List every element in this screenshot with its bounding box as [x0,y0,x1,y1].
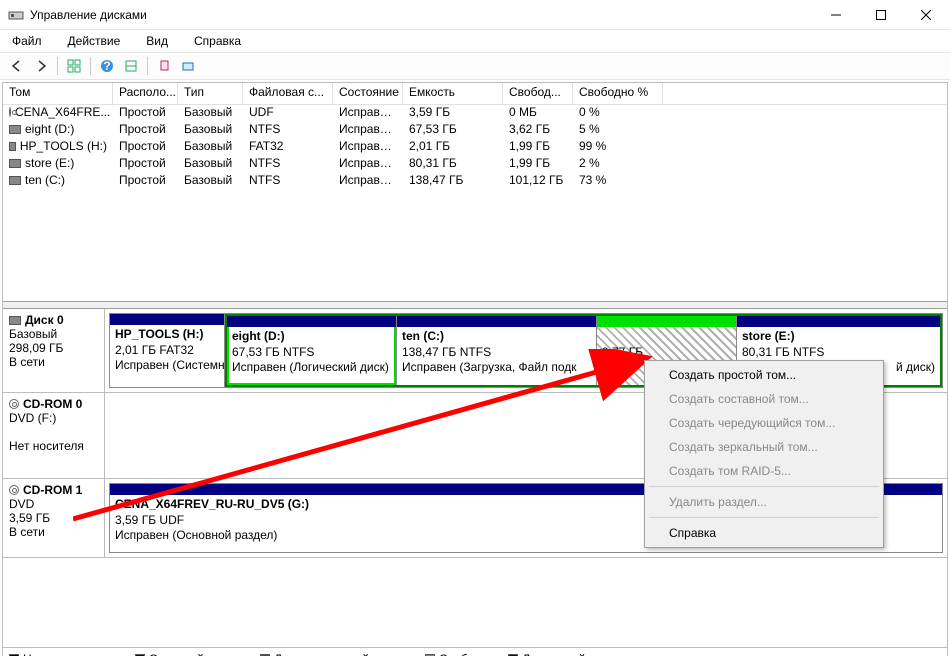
col-cap[interactable]: Емкость [403,83,503,104]
volume-row[interactable]: eight (D:)ПростойБазовыйNTFSИсправен...6… [3,122,947,139]
ctx-create-spanned-volume: Создать составной том... [647,387,881,411]
volume-list[interactable]: Том Располо... Тип Файловая с... Состоян… [3,83,947,301]
col-free[interactable]: Свобод... [503,83,573,104]
volume-icon [9,176,21,185]
ctx-create-striped-volume: Создать чередующийся том... [647,411,881,435]
splitter[interactable] [3,301,947,309]
volume-icon [9,142,16,151]
content-area: Том Располо... Тип Файловая с... Состоян… [2,82,948,656]
volume-icon [9,125,21,134]
disk-icon [9,316,21,325]
col-state[interactable]: Состояние [333,83,403,104]
title-bar: Управление дисками [0,0,950,30]
partition-hp-tools[interactable]: HP_TOOLS (H:)2,01 ГБ FAT32Исправен (Сист… [110,314,225,387]
action-button[interactable] [153,55,175,77]
volume-row[interactable]: CENA_X64FRE...ПростойБазовыйUDFИсправен.… [3,105,947,122]
settings-button[interactable] [120,55,142,77]
col-fs[interactable]: Файловая с... [243,83,333,104]
context-menu: Создать простой том... Создать составной… [644,360,884,548]
volume-icon [9,159,21,168]
properties-button[interactable] [177,55,199,77]
ctx-create-simple-volume[interactable]: Создать простой том... [647,363,881,387]
disc-icon [9,399,19,409]
disk-graphical-view: Диск 0 Базовый 298,09 ГБ В сети HP_TOOLS… [3,309,947,647]
volume-row[interactable]: HP_TOOLS (H:)ПростойБазовыйFAT32Исправен… [3,139,947,156]
volume-name: HP_TOOLS (H:) [20,139,107,153]
ctx-delete-partition: Удалить раздел... [647,490,881,514]
partition-ten[interactable]: ten (C:)138,47 ГБ NTFSИсправен (Загрузка… [397,316,597,385]
disc-icon [9,107,11,117]
ctx-create-raid5-volume: Создать том RAID-5... [647,459,881,483]
volume-name: eight (D:) [25,122,74,136]
disc-icon [9,485,19,495]
cdrom-1-header[interactable]: CD-ROM 1 DVD 3,59 ГБ В сети [3,479,105,557]
maximize-button[interactable] [858,1,903,29]
col-layout[interactable]: Располо... [113,83,178,104]
forward-button[interactable] [30,55,52,77]
menu-action[interactable]: Действие [60,33,129,49]
legend: Не распределена Основной раздел Дополнит… [3,647,947,656]
list-header[interactable]: Том Располо... Тип Файловая с... Состоян… [3,83,947,105]
col-type[interactable]: Тип [178,83,243,104]
volume-row[interactable]: ten (C:)ПростойБазовыйNTFSИсправен...138… [3,173,947,190]
ctx-help[interactable]: Справка [647,521,881,545]
volume-name: store (E:) [25,156,74,170]
ctx-create-mirrored-volume: Создать зеркальный том... [647,435,881,459]
partition-eight[interactable]: eight (D:)67,53 ГБ NTFSИсправен (Логичес… [227,316,397,385]
volume-name: ten (C:) [25,173,65,187]
minimize-button[interactable] [813,1,858,29]
back-button[interactable] [6,55,28,77]
disk-0-header[interactable]: Диск 0 Базовый 298,09 ГБ В сети [3,309,105,392]
window-title: Управление дисками [30,8,813,22]
cdrom-0-header[interactable]: CD-ROM 0 DVD (F:) Нет носителя [3,393,105,478]
menu-help[interactable]: Справка [186,33,249,49]
close-button[interactable] [903,1,948,29]
col-pct[interactable]: Свободно % [573,83,663,104]
primary-bar [110,314,224,325]
toolbar: ? [0,52,950,80]
help-button[interactable]: ? [96,55,118,77]
volume-name: CENA_X64FRE... [15,105,110,119]
col-volume[interactable]: Том [3,83,113,104]
svg-text:?: ? [103,59,110,73]
volume-row[interactable]: store (E:)ПростойБазовыйNTFSИсправен...8… [3,156,947,173]
menu-file[interactable]: Файл [4,33,50,49]
views-button[interactable] [63,55,85,77]
menu-bar: Файл Действие Вид Справка [0,30,950,52]
app-icon [8,7,24,23]
menu-view[interactable]: Вид [138,33,176,49]
